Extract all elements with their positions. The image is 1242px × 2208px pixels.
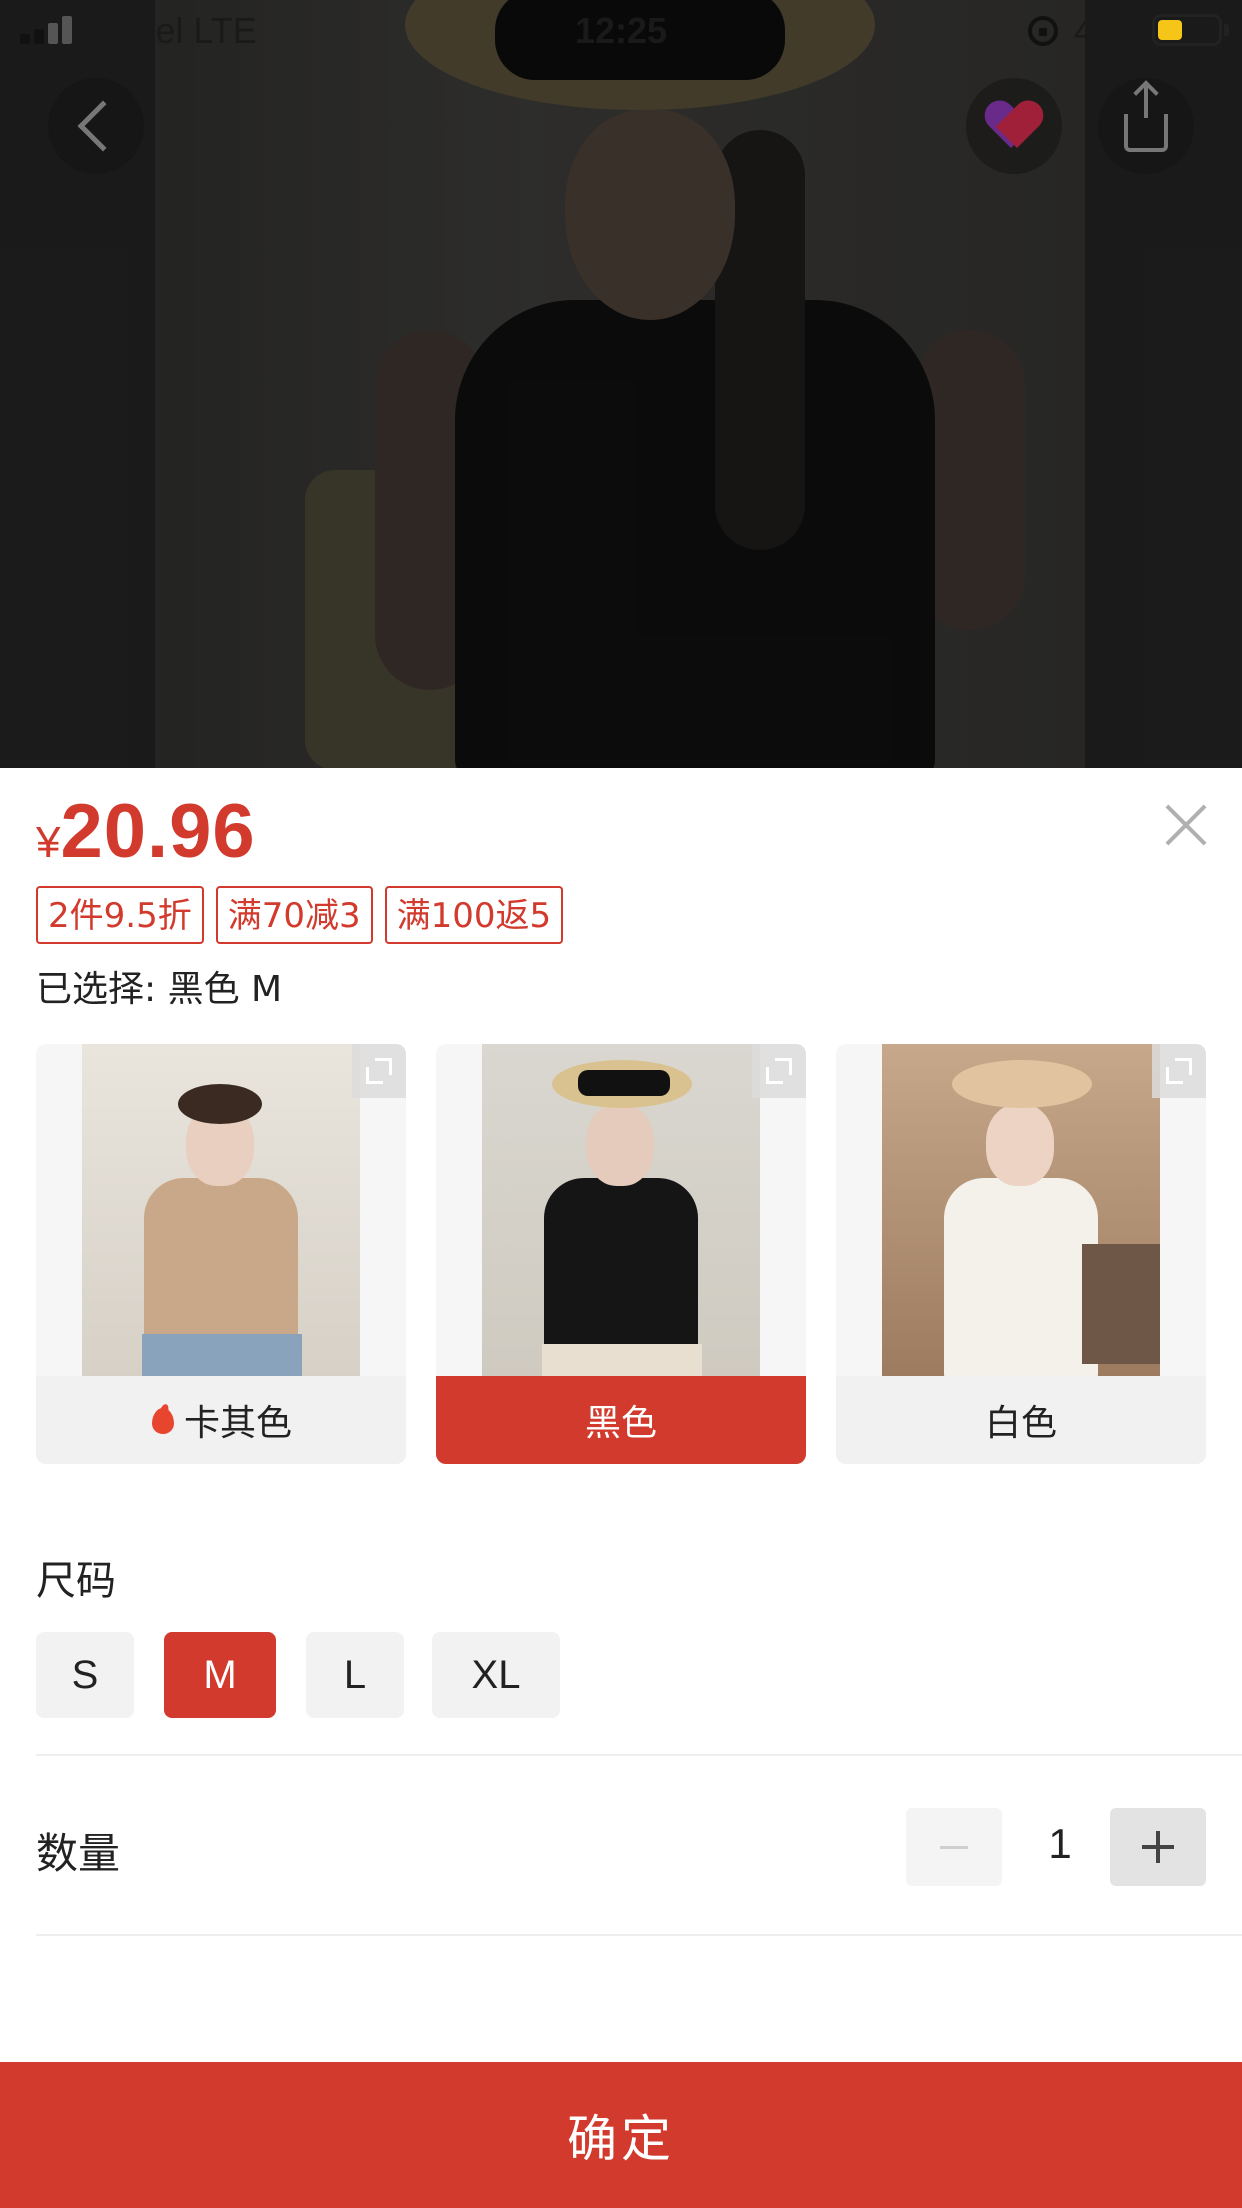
size-option-l[interactable]: L [306,1632,404,1718]
battery-percent: 41% [1074,10,1147,51]
heart-icon [987,102,1041,150]
color-option-white[interactable]: 白色 [836,1044,1206,1464]
price: ¥20.96 [36,788,256,875]
promo-tags: 2件9.5折 满70减3 满100返5 [36,886,564,944]
size-section-title: 尺码 [36,1558,116,1604]
confirm-button[interactable]: 确定 [0,2062,1242,2208]
close-icon[interactable] [1165,804,1207,846]
promo-tag: 2件9.5折 [36,886,204,944]
promo-tag: 满100返5 [384,886,564,944]
divider [36,1754,1242,1756]
back-button[interactable] [48,78,144,174]
price-value: 20.96 [60,789,256,874]
promo-tag: 满70减3 [215,886,373,944]
color-thumbnail [482,1044,760,1384]
share-icon [1124,84,1168,152]
expand-icon[interactable] [1152,1044,1206,1098]
selected-summary: 已选择: 黑色 M [36,969,283,1010]
color-options: 卡其色 黑色 白色 [36,1044,1206,1464]
quantity-decrement-button[interactable] [906,1808,1002,1886]
sku-selector-sheet: ¥20.96 2件9.5折 满70减3 满100返5 已选择: 黑色 M 卡其色 [0,768,1242,2208]
color-label-text: 白色 [984,1403,1057,1444]
flame-icon [150,1404,176,1436]
color-thumbnail [882,1044,1160,1384]
size-option-xl[interactable]: XL [432,1632,560,1718]
color-option-khaki[interactable]: 卡其色 [36,1044,406,1464]
expand-icon[interactable] [352,1044,406,1098]
expand-icon[interactable] [752,1044,806,1098]
quantity-section-title: 数量 [36,1829,121,1878]
share-button[interactable] [1098,78,1194,174]
color-thumbnail [82,1044,360,1384]
favorite-button[interactable] [966,78,1062,174]
size-option-m[interactable]: M [164,1632,276,1718]
battery-fill [1158,20,1182,40]
quantity-value[interactable]: 1 [1010,1820,1110,1868]
quantity-increment-button[interactable] [1110,1808,1206,1886]
color-option-black[interactable]: 黑色 [436,1044,806,1464]
battery-icon [1152,14,1222,46]
status-bar: Viettel LTE 12:25 41% [0,0,1242,60]
color-label: 白色 [836,1376,1206,1464]
color-label: 卡其色 [36,1376,406,1464]
orientation-lock-icon [1028,16,1058,46]
chevron-left-icon [77,100,129,152]
battery-cap [1224,24,1229,36]
color-label-text: 卡其色 [183,1403,292,1444]
color-label: 黑色 [436,1376,806,1464]
divider [36,1934,1242,1936]
currency-symbol: ¥ [36,818,61,867]
color-label-text: 黑色 [584,1403,657,1444]
size-option-s[interactable]: S [36,1632,134,1718]
